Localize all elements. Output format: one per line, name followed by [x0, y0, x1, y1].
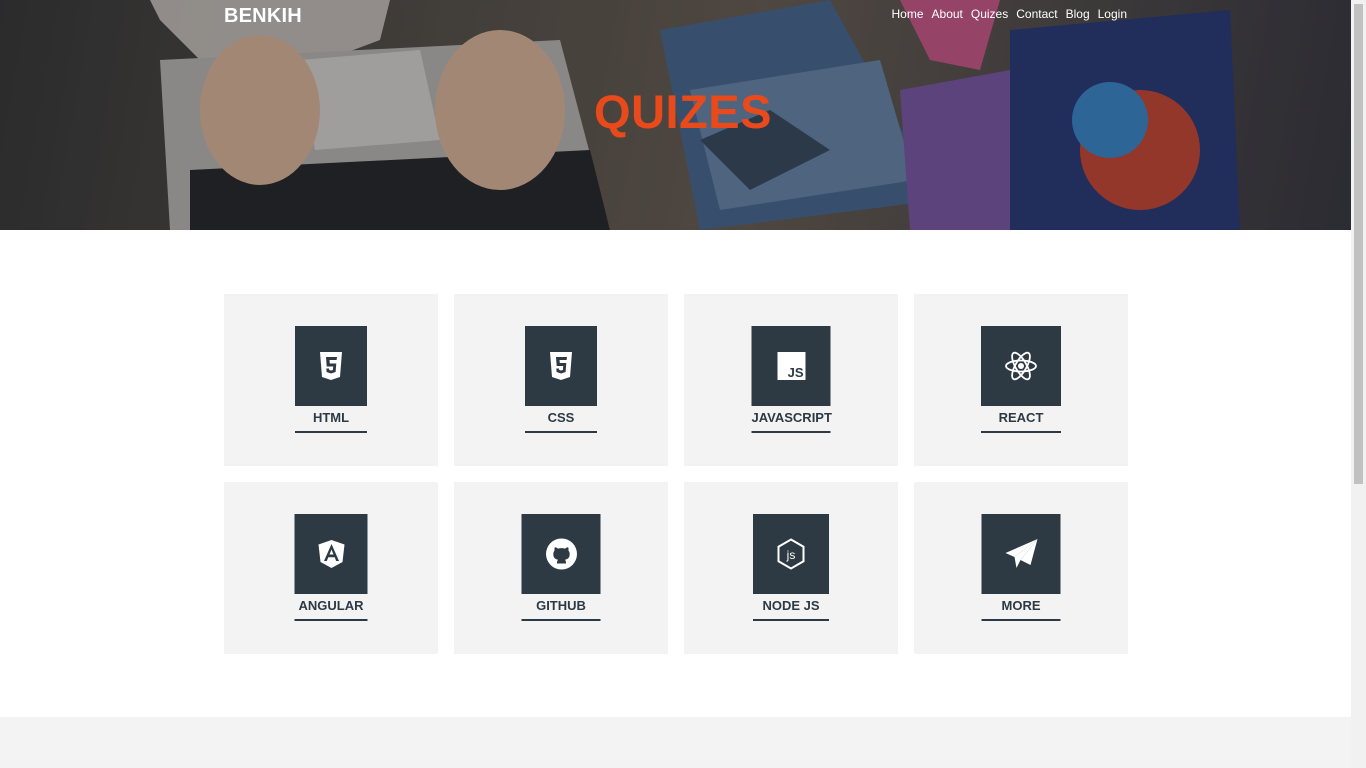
quiz-card-html[interactable]: HTML: [224, 294, 438, 466]
footer-section: [0, 717, 1351, 768]
quiz-card-javascript[interactable]: JS JAVASCRIPT: [684, 294, 898, 466]
quiz-label: ANGULAR: [294, 594, 368, 621]
react-icon: [981, 326, 1061, 406]
quiz-label: CSS: [525, 406, 597, 433]
vertical-scrollbar[interactable]: [1351, 0, 1366, 768]
nav-quizes-link[interactable]: Quizes: [971, 7, 1008, 21]
quiz-card-angular[interactable]: ANGULAR: [224, 482, 438, 654]
html5-icon: [295, 326, 367, 406]
quiz-card-css[interactable]: CSS: [454, 294, 668, 466]
js-icon: JS: [751, 326, 831, 406]
quiz-label: GITHUB: [521, 594, 601, 621]
quiz-label: NODE JS: [753, 594, 829, 621]
svg-text:JS: JS: [787, 365, 803, 380]
hero-banner: BENKIH Home About Quizes Contact Blog Lo…: [0, 0, 1351, 230]
css3-icon: [525, 326, 597, 406]
nodejs-icon: js: [753, 514, 829, 594]
quiz-grid: HTML CSS JS JAVASCRIPT REACT ANGULAR GIT…: [224, 294, 1128, 654]
angular-icon: [294, 514, 368, 594]
brand-logo[interactable]: BENKIH: [224, 5, 302, 28]
quiz-card-more[interactable]: MORE: [914, 482, 1128, 654]
nav-contact-link[interactable]: Contact: [1016, 7, 1057, 21]
scrollbar-thumb[interactable]: [1354, 4, 1363, 484]
svg-text:js: js: [786, 548, 796, 562]
page-title: QUIZES: [594, 85, 772, 138]
quiz-label: REACT: [981, 406, 1061, 433]
github-icon: [521, 514, 601, 594]
nav-about-link[interactable]: About: [932, 7, 963, 21]
nav-login-link[interactable]: Login: [1098, 7, 1127, 21]
quiz-label: MORE: [981, 594, 1061, 621]
nav-home-link[interactable]: Home: [892, 7, 924, 21]
quiz-card-nodejs[interactable]: js NODE JS: [684, 482, 898, 654]
nav-blog-link[interactable]: Blog: [1066, 7, 1090, 21]
quiz-card-react[interactable]: REACT: [914, 294, 1128, 466]
quiz-label: JAVASCRIPT: [751, 406, 832, 433]
quiz-label: HTML: [295, 406, 367, 433]
main-nav: Home About Quizes Contact Blog Login: [892, 7, 1128, 21]
quiz-card-github[interactable]: GITHUB: [454, 482, 668, 654]
paper-plane-icon: [981, 514, 1061, 594]
